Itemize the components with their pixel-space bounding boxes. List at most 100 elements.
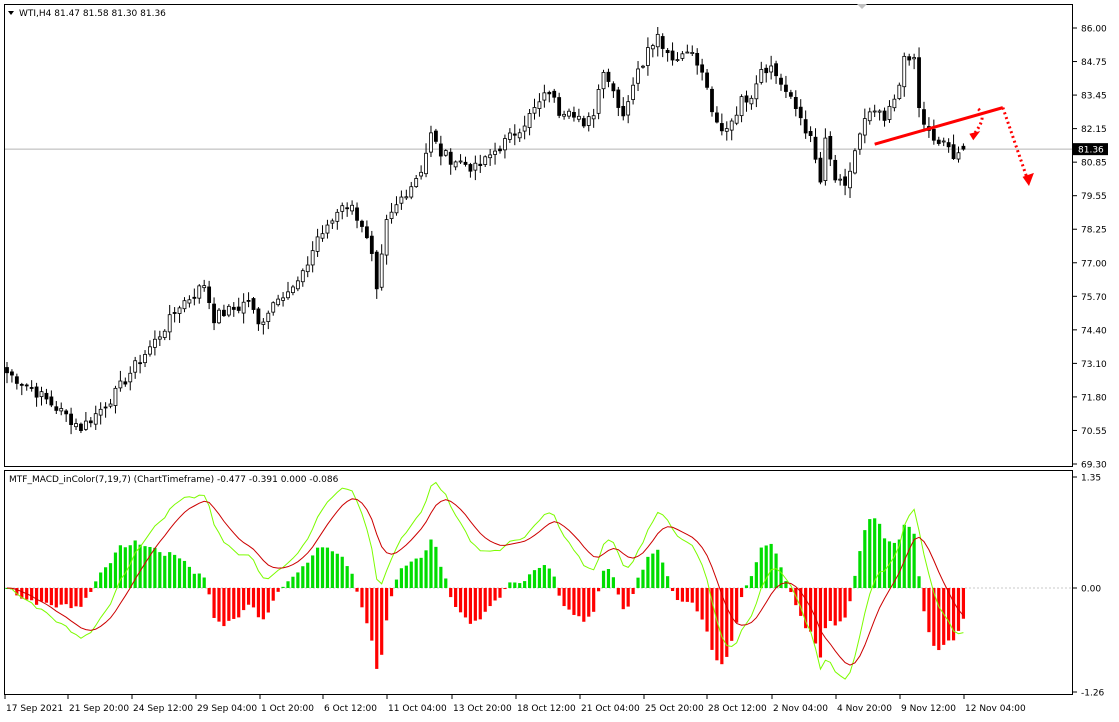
histogram-bar — [158, 552, 162, 588]
histogram-bar — [478, 588, 482, 620]
histogram-bar — [409, 561, 413, 588]
histogram-bar — [84, 588, 88, 598]
current-price-tag: 81.36 — [1073, 143, 1108, 156]
histogram-bar — [572, 588, 576, 615]
histogram-bar — [587, 588, 591, 617]
histogram-bar — [552, 576, 556, 588]
price-y-tick-label: 79.55 — [1081, 192, 1107, 202]
histogram-bar — [182, 560, 187, 588]
candle — [443, 149, 448, 157]
price-y-tick-label: 70.55 — [1081, 427, 1107, 437]
histogram-bar — [335, 553, 339, 588]
histogram-bar — [389, 588, 394, 597]
histogram-bar — [414, 558, 418, 588]
histogram-bar — [54, 588, 58, 608]
price-y-tick-label: 82.15 — [1081, 125, 1107, 135]
histogram-bar — [843, 588, 847, 618]
histogram-bar — [720, 588, 724, 665]
histogram-bar — [375, 588, 379, 669]
histogram-bar — [744, 585, 749, 588]
x-tick-label: 29 Sep 04:00 — [197, 704, 257, 714]
x-tick-label: 18 Oct 12:00 — [517, 704, 576, 714]
histogram-bar — [340, 556, 344, 588]
histogram-bar — [631, 588, 635, 594]
histogram-bar — [493, 588, 497, 601]
histogram-bar — [878, 523, 882, 588]
histogram-bar — [286, 581, 290, 588]
histogram-bar — [123, 547, 127, 588]
histogram-bar — [320, 547, 325, 588]
histogram-bar — [947, 588, 951, 641]
histogram-bar — [661, 562, 665, 588]
histogram-bar — [404, 565, 408, 588]
histogram-bar — [927, 588, 931, 633]
candle — [917, 47, 921, 118]
histogram-bar — [907, 526, 911, 588]
trading-chart[interactable]: WTI,H4 81.47 81.58 81.30 81.36 MTF_MACD_… — [0, 0, 1119, 722]
histogram-bar — [424, 550, 428, 588]
histogram-bar — [458, 588, 463, 613]
histogram-bar — [547, 568, 551, 588]
candle — [226, 304, 231, 318]
histogram-bar — [680, 588, 685, 602]
histogram-bar — [784, 581, 788, 588]
x-tick-label: 9 Nov 12:00 — [901, 704, 956, 714]
histogram-bar — [463, 588, 468, 618]
histogram-bar — [168, 552, 172, 588]
price-y-tick-label: 78.25 — [1081, 226, 1107, 236]
histogram-bar — [143, 546, 147, 588]
histogram-bar — [187, 566, 192, 588]
histogram-bar — [754, 562, 758, 588]
histogram-bar — [222, 588, 226, 627]
x-tick-label: 17 Sep 2021 — [6, 704, 63, 714]
histogram-bar — [675, 588, 680, 601]
histogram-bar — [232, 588, 236, 619]
histogram-bar — [739, 588, 744, 598]
histogram-bar — [651, 553, 655, 588]
histogram-bar — [882, 538, 887, 588]
histogram-bar — [666, 576, 670, 588]
histogram-bar — [306, 562, 310, 588]
histogram-bar — [281, 586, 285, 588]
price-y-tick-label: 74.40 — [1081, 326, 1107, 336]
macd-y-tick-label: 0.00 — [1081, 585, 1101, 595]
histogram-bar — [266, 588, 270, 613]
x-tick-label: 6 Oct 12:00 — [324, 704, 377, 714]
histogram-bar — [385, 588, 389, 621]
histogram-bar — [542, 565, 546, 588]
x-tick-label: 4 Nov 20:00 — [837, 704, 892, 714]
histogram-bar — [621, 588, 625, 610]
histogram-bar — [937, 588, 941, 651]
x-tick-label: 13 Oct 20:00 — [453, 704, 512, 714]
histogram-bar — [513, 582, 517, 588]
histogram-bar — [537, 567, 542, 588]
histogram-bar — [449, 588, 453, 598]
histogram-bar — [197, 573, 201, 588]
histogram-bar — [311, 555, 315, 588]
price-y-tick-label: 83.45 — [1081, 92, 1107, 102]
histogram-bar — [429, 539, 433, 588]
histogram-bar — [454, 588, 458, 607]
histogram-bar — [582, 588, 586, 622]
histogram-bar — [483, 588, 487, 612]
price-title: WTI,H4 81.47 81.58 81.30 81.36 — [19, 9, 166, 19]
histogram-bar — [173, 554, 177, 588]
histogram-bar — [532, 570, 537, 588]
price-y-tick-label: 77.00 — [1081, 259, 1107, 269]
histogram-bar — [360, 588, 364, 608]
histogram-bar — [44, 588, 49, 603]
histogram-bar — [636, 577, 640, 588]
histogram-bar — [695, 588, 699, 612]
histogram-bar — [261, 588, 265, 620]
histogram-bar — [370, 588, 374, 641]
price-y-tick-label: 75.70 — [1081, 293, 1107, 303]
histogram-bar — [345, 566, 349, 588]
histogram-bar — [626, 588, 630, 607]
histogram-bar — [355, 588, 359, 592]
price-y-tick-label: 84.75 — [1081, 58, 1107, 68]
histogram-bar — [246, 588, 251, 605]
histogram-bar — [207, 588, 211, 595]
histogram-bar — [848, 588, 852, 602]
histogram-bar — [399, 568, 403, 588]
price-y-tick-label: 80.85 — [1081, 159, 1107, 169]
